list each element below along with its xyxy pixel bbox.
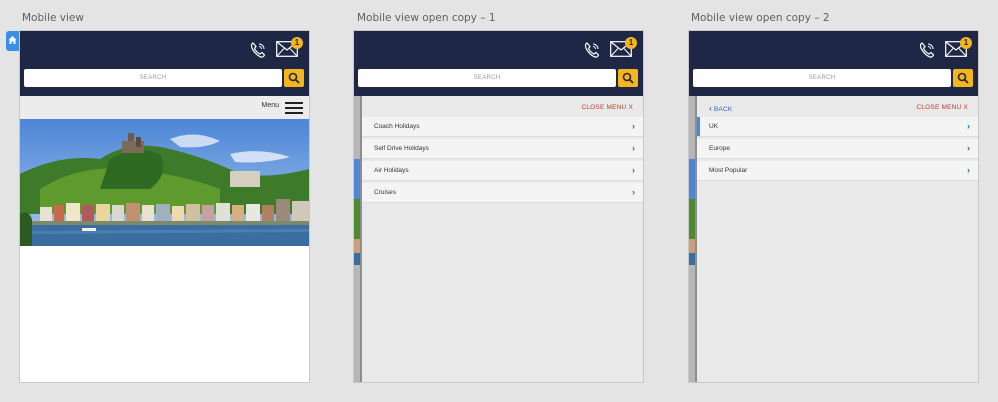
search-icon [957, 72, 969, 84]
menu-item-cruises[interactable]: Cruises › [362, 183, 643, 203]
nav-drawer: ‹ BACK CLOSE MENU X UK › Europe › Most Pop… [697, 96, 978, 382]
header-bar: 1 SEARCH [354, 31, 643, 96]
back-button[interactable]: ‹ BACK [709, 104, 732, 113]
menu-item-self-drive-holidays[interactable]: Self Drive Holidays › [362, 139, 643, 159]
content-edge-strip [689, 96, 697, 382]
menu-item-uk[interactable]: UK › [697, 117, 978, 137]
content-edge-strip [354, 96, 362, 382]
drawer-menu-list: Coach Holidays › Self Drive Holidays › Air… [362, 117, 643, 205]
menu-item-label: UK [709, 123, 719, 130]
header-bar: 1 SEARCH [689, 31, 978, 96]
search-button[interactable] [953, 69, 973, 87]
search-input[interactable]: SEARCH [358, 69, 616, 87]
artboard-title-2: Mobile view open copy – 1 [357, 12, 496, 24]
close-menu-button[interactable]: CLOSE MENU X [581, 104, 633, 111]
menu-item-label: Most Popular [709, 167, 748, 174]
menu-label[interactable]: Menu [261, 102, 279, 109]
menu-item-label: Air Holidays [374, 167, 409, 174]
menu-bar: Menu [20, 96, 309, 119]
artboard-mobile-view: 1 SEARCH Menu [20, 31, 309, 382]
nav-drawer: CLOSE MENU X Coach Holidays › Self Drive … [362, 96, 643, 382]
artboard-title-3: Mobile view open copy – 2 [691, 12, 830, 24]
menu-item-coach-holidays[interactable]: Coach Holidays › [362, 117, 643, 137]
chevron-right-icon: › [632, 121, 635, 131]
artboard-mobile-view-open-2: 1 SEARCH ‹ BACK CLOSE MENU X UK › Europe ›… [689, 31, 978, 382]
menu-item-label: Europe [709, 145, 730, 152]
artboard-mobile-view-open-1: 1 SEARCH CLOSE MENU X Coach Holidays › Se… [354, 31, 643, 382]
chevron-left-icon: ‹ [709, 104, 712, 113]
drawer-header: CLOSE MENU X [362, 96, 643, 117]
hero-image [20, 119, 309, 246]
menu-item-label: Cruises [374, 189, 397, 196]
menu-item-label: Coach Holidays [374, 123, 420, 130]
close-menu-button[interactable]: CLOSE MENU X [916, 104, 968, 111]
notification-badge: 1 [960, 37, 972, 49]
chevron-right-icon: › [967, 143, 970, 153]
phone-icon[interactable] [917, 40, 937, 60]
hamburger-icon[interactable] [285, 102, 303, 114]
phone-icon[interactable] [582, 40, 602, 60]
menu-item-most-popular[interactable]: Most Popular › [697, 161, 978, 181]
menu-item-air-holidays[interactable]: Air Holidays › [362, 161, 643, 181]
search-button[interactable] [618, 69, 638, 87]
artboard-title-1: Mobile view [22, 12, 84, 24]
notification-badge: 1 [291, 37, 303, 49]
home-icon [8, 36, 17, 44]
phone-icon[interactable] [248, 40, 268, 60]
drawer-header: ‹ BACK CLOSE MENU X [697, 96, 978, 117]
menu-item-label: Self Drive Holidays [374, 145, 429, 152]
chevron-right-icon: › [632, 143, 635, 153]
search-input[interactable]: SEARCH [693, 69, 951, 87]
chevron-right-icon: › [632, 187, 635, 197]
search-input[interactable]: SEARCH [24, 69, 282, 87]
back-label: BACK [713, 106, 733, 113]
chevron-right-icon: › [967, 165, 970, 175]
home-tab[interactable] [6, 31, 19, 51]
header-bar: 1 SEARCH [20, 31, 309, 96]
drawer-submenu-list: UK › Europe › Most Popular › [697, 117, 978, 183]
menu-item-europe[interactable]: Europe › [697, 139, 978, 159]
chevron-right-icon: › [632, 165, 635, 175]
search-icon [622, 72, 634, 84]
search-icon [288, 72, 300, 84]
search-button[interactable] [284, 69, 304, 87]
chevron-right-icon: › [967, 121, 970, 131]
notification-badge: 1 [625, 37, 637, 49]
